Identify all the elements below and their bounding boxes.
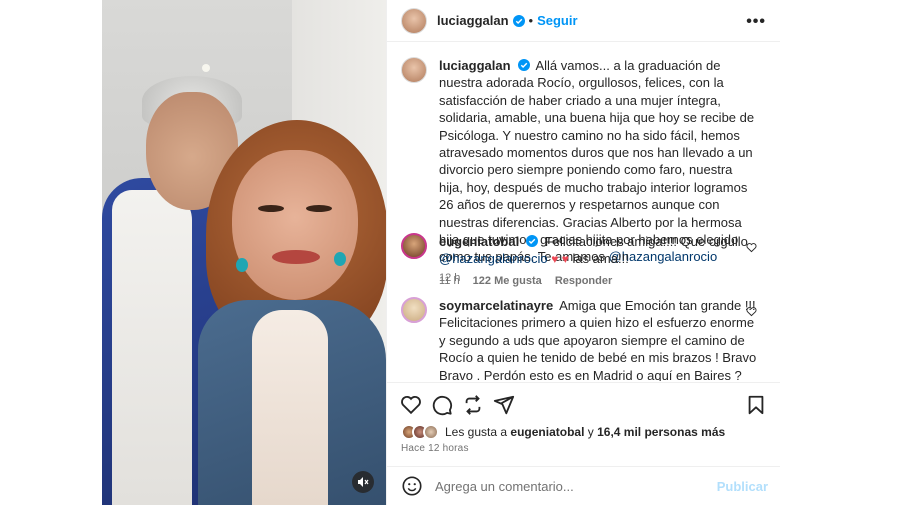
- photo-earring: [236, 258, 248, 272]
- photo-woman-top: [252, 310, 328, 505]
- photo-man-shirt: [112, 190, 192, 505]
- verified-badge-icon: [512, 14, 525, 27]
- author-avatar[interactable]: [401, 7, 427, 34]
- add-comment-bar: Publicar: [387, 466, 780, 505]
- instagram-post: luciaggalan • Seguir ••• luciaggalan All…: [102, 0, 780, 505]
- photo-woman-eye: [306, 205, 332, 212]
- photo-woman-lips: [272, 250, 320, 264]
- comment-body: Felicitaciones amiga!!!! Que orgullo: [544, 234, 748, 249]
- author-avatar[interactable]: [401, 57, 427, 83]
- more-options-icon[interactable]: •••: [746, 13, 766, 31]
- save-icon[interactable]: [745, 394, 767, 416]
- commenter-avatar[interactable]: [401, 297, 427, 323]
- publish-button[interactable]: Publicar: [717, 479, 768, 494]
- post-photo[interactable]: [102, 0, 386, 505]
- header-separator: •: [528, 13, 534, 28]
- small-heart-icon[interactable]: [746, 242, 757, 253]
- likes-count[interactable]: 16,4 mil personas más: [597, 425, 725, 439]
- caption-username[interactable]: luciaggalan: [439, 58, 511, 73]
- comment-mention[interactable]: @hazangalanrocio: [439, 251, 548, 266]
- comment-icon[interactable]: [431, 394, 453, 416]
- verified-badge-icon: [526, 235, 539, 247]
- comment-username[interactable]: soymarcelatinayre: [439, 298, 553, 313]
- reply-button[interactable]: Responder: [555, 275, 612, 287]
- comment-body-tail: las ama!!!: [572, 251, 629, 267]
- commenter-avatar[interactable]: [401, 233, 427, 259]
- comment-content: soymarcelatinayre Amiga que Emoción tan …: [439, 297, 759, 381]
- comment-time[interactable]: 11 h: [439, 275, 460, 287]
- likes-prefix: Les gusta a: [445, 425, 508, 439]
- likes-user[interactable]: eugeniatobal: [510, 425, 584, 439]
- comment-input[interactable]: [435, 478, 715, 494]
- photo-ceiling-light: [202, 64, 210, 72]
- likes-middle: y: [587, 425, 594, 439]
- share-icon[interactable]: [493, 394, 515, 416]
- comment-text: eugeniatobal Felicitaciones amiga!!!! Qu…: [439, 233, 759, 269]
- mute-icon: [358, 477, 369, 487]
- mute-button[interactable]: [352, 471, 374, 493]
- repost-icon[interactable]: [462, 394, 484, 416]
- comment-item: eugeniatobal Felicitaciones amiga!!!! Qu…: [401, 233, 759, 287]
- photo-woman-face: [232, 150, 358, 300]
- liker-avatar[interactable]: [423, 424, 439, 440]
- verified-badge-icon: [517, 59, 530, 71]
- author-username[interactable]: luciaggalan: [437, 13, 509, 28]
- post-side-panel: luciaggalan • Seguir ••• luciaggalan All…: [386, 0, 780, 505]
- heart-emoji: ♥ ♥: [551, 252, 569, 267]
- comment-meta: 11 h 122 Me gusta Responder: [439, 275, 759, 287]
- post-header: luciaggalan • Seguir •••: [387, 0, 780, 42]
- comment-username[interactable]: eugeniatobal: [439, 234, 519, 249]
- comment-content: eugeniatobal Felicitaciones amiga!!!! Qu…: [439, 233, 759, 287]
- emoji-icon[interactable]: [401, 475, 423, 497]
- comment-likes[interactable]: 122 Me gusta: [473, 275, 542, 287]
- action-bar: [387, 382, 780, 422]
- photo-earring: [334, 252, 346, 266]
- photo-woman-eye: [258, 205, 284, 212]
- comment-item: soymarcelatinayre Amiga que Emoción tan …: [401, 297, 759, 381]
- comments-section[interactable]: luciaggalan Allá vamos... a la graduació…: [387, 43, 780, 381]
- liker-avatars: [401, 424, 439, 440]
- post-timestamp[interactable]: Hace 12 horas: [401, 443, 469, 454]
- comment-text: soymarcelatinayre Amiga que Emoción tan …: [439, 297, 759, 381]
- author-info: luciaggalan • Seguir: [437, 13, 578, 28]
- follow-button[interactable]: Seguir: [537, 13, 577, 28]
- like-icon[interactable]: [400, 394, 422, 416]
- likes-summary: Les gusta a eugeniatobal y 16,4 mil pers…: [401, 424, 725, 440]
- small-heart-icon[interactable]: [746, 306, 757, 317]
